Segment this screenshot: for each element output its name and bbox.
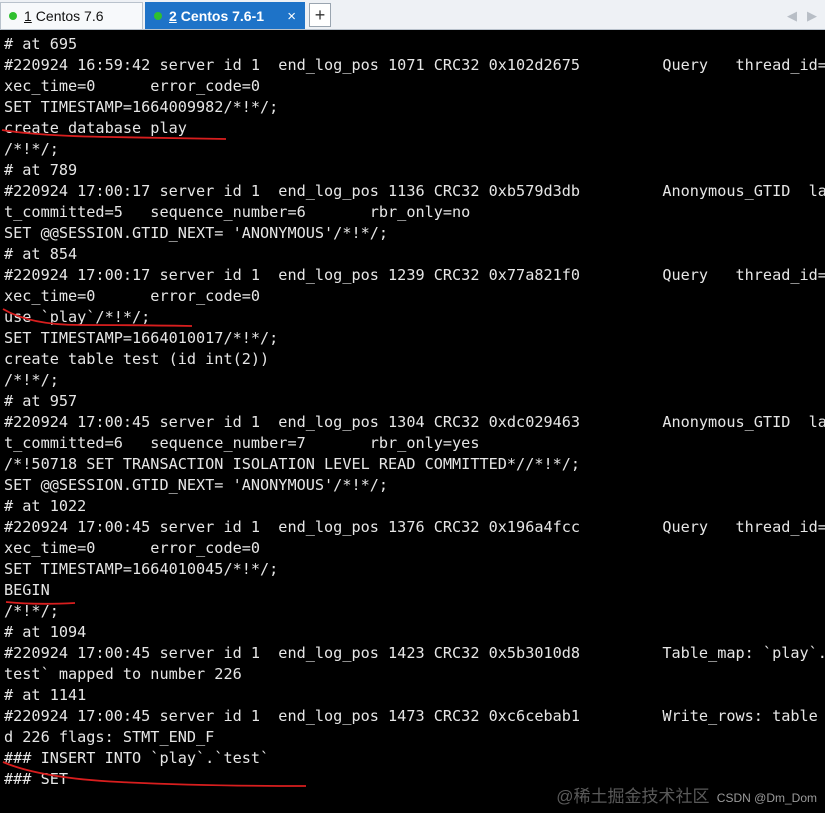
scroll-right-icon[interactable]: ▶ [807, 8, 817, 24]
terminal-line: # at 1022 [4, 497, 87, 515]
terminal-line: # at 854 [4, 245, 78, 263]
terminal-line: SET TIMESTAMP=1664010017/*!*/; [4, 329, 279, 347]
terminal-line: test` mapped to number 226 [4, 665, 242, 683]
terminal-line: /*!*/; [4, 371, 59, 389]
terminal-line: # at 1141 [4, 686, 87, 704]
terminal-line: #220924 16:59:42 server id 1 end_log_pos… [4, 56, 825, 74]
terminal-line: #220924 17:00:45 server id 1 end_log_pos… [4, 413, 825, 431]
tab-label: Centos 7.6-1 [180, 8, 265, 24]
watermark-sub: CSDN @Dm_Dom [716, 791, 817, 805]
watermark-main: @稀土掘金技术社区 [556, 787, 710, 806]
terminal-line: #220924 17:00:17 server id 1 end_log_pos… [4, 266, 825, 284]
terminal-line: use `play`/*!*/; [4, 308, 151, 326]
terminal-line: ### SET [4, 770, 69, 788]
terminal-line: create table test (id int(2)) [4, 350, 270, 368]
terminal-line: xec_time=0 error_code=0 [4, 287, 261, 305]
terminal-line: /*!50718 SET TRANSACTION ISOLATION LEVEL… [4, 455, 581, 473]
scroll-left-icon[interactable]: ◀ [787, 8, 797, 24]
terminal-line: # at 789 [4, 161, 78, 179]
connected-status-icon [154, 12, 162, 20]
terminal-line: SET TIMESTAMP=1664010045/*!*/; [4, 560, 279, 578]
terminal-line: create database play [4, 119, 187, 137]
terminal-line: /*!*/; [4, 140, 59, 158]
terminal-line: #220924 17:00:45 server id 1 end_log_pos… [4, 707, 825, 725]
terminal-line: t_committed=5 sequence_number=6 rbr_only… [4, 203, 471, 221]
new-tab-button[interactable]: + [309, 3, 331, 27]
tab-centos-7-6-1[interactable]: 2 Centos 7.6-1 × [145, 2, 305, 29]
terminal-line: #220924 17:00:45 server id 1 end_log_pos… [4, 644, 825, 662]
tab-centos-7-6[interactable]: 1 Centos 7.6 [0, 2, 143, 29]
terminal-line: BEGIN [4, 581, 50, 599]
terminal-line: t_committed=6 sequence_number=7 rbr_only… [4, 434, 480, 452]
terminal-line: xec_time=0 error_code=0 [4, 539, 261, 557]
terminal-line: # at 1094 [4, 623, 87, 641]
terminal-line: #220924 17:00:45 server id 1 end_log_pos… [4, 518, 825, 536]
terminal-line: SET @@SESSION.GTID_NEXT= 'ANONYMOUS'/*!*… [4, 476, 389, 494]
watermark: @稀土掘金技术社区 CSDN @Dm_Dom [556, 782, 817, 807]
tab-label: Centos 7.6 [35, 8, 104, 24]
terminal-line: # at 695 [4, 35, 78, 53]
terminal-line: /*!*/; [4, 602, 59, 620]
terminal-output[interactable]: # at 695 #220924 16:59:42 server id 1 end… [0, 34, 825, 813]
terminal-line: #220924 17:00:17 server id 1 end_log_pos… [4, 182, 825, 200]
close-tab-icon[interactable]: × [287, 8, 296, 25]
terminal-line: d 226 flags: STMT_END_F [4, 728, 215, 746]
tab-number: 2 [169, 8, 177, 24]
connected-status-icon [9, 12, 17, 20]
terminal-line: # at 957 [4, 392, 78, 410]
terminal-line: SET @@SESSION.GTID_NEXT= 'ANONYMOUS'/*!*… [4, 224, 389, 242]
tab-scroll-nav: ◀ ▶ [787, 2, 825, 29]
tab-number: 1 [24, 8, 32, 24]
tab-bar: 1 Centos 7.6 2 Centos 7.6-1 × + ◀ ▶ [0, 0, 825, 30]
terminal-line: SET TIMESTAMP=1664009982/*!*/; [4, 98, 279, 116]
terminal-line: ### INSERT INTO `play`.`test` [4, 749, 270, 767]
terminal-line: xec_time=0 error_code=0 [4, 77, 261, 95]
